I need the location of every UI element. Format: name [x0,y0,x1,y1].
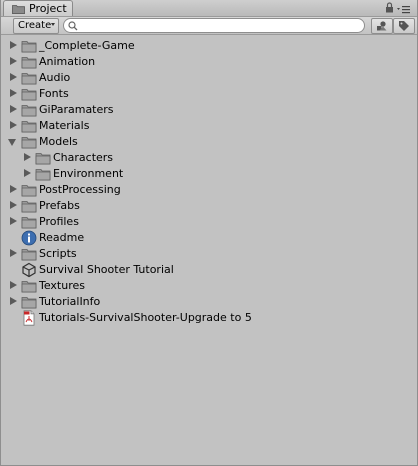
tree-item[interactable]: Characters [1,150,417,166]
tree-item-label: Tutorials-SurvivalShooter-Upgrade to 5 [39,311,252,324]
tree-item[interactable]: Tutorials-SurvivalShooter-Upgrade to 5 [1,310,417,326]
window-controls [383,2,413,14]
folder-icon [21,102,37,118]
search-by-type-button[interactable] [371,18,393,34]
tree-item[interactable]: Scripts [1,246,417,262]
tree-item-label: Environment [53,167,124,180]
shapes-filter-icon [376,21,388,34]
folder-icon [21,54,37,70]
tree-item-label: Prefabs [39,199,80,212]
create-label: Create [18,20,52,31]
expand-arrow-right-icon[interactable] [10,281,17,289]
expand-arrow-right-icon[interactable] [24,153,31,161]
folder-icon [21,246,37,262]
project-toolbar: Create [1,17,417,35]
tree-item-label: Scripts [39,247,77,260]
tree-item-label: TutorialInfo [39,295,101,308]
tree-item-label: Characters [53,151,114,164]
tree-item-label: Animation [39,55,96,68]
tree-item[interactable]: Materials [1,118,417,134]
expand-arrow-right-icon[interactable] [10,73,17,81]
search-field[interactable] [63,18,365,33]
tree-item[interactable]: Models [1,134,417,150]
tree-item[interactable]: Environment [1,166,417,182]
tree-item[interactable]: Audio [1,70,417,86]
tree-item-label: _Complete-Game [39,39,135,52]
tag-icon [398,20,410,35]
project-window: Project Create _Complete-Game Animation … [0,0,418,466]
tree-item[interactable]: _Complete-Game [1,38,417,54]
tab-bar: Project [1,0,417,17]
lock-icon[interactable] [385,2,394,16]
expand-arrow-right-icon[interactable] [10,249,17,257]
expand-arrow-right-icon[interactable] [10,201,17,209]
tree-item[interactable]: Textures [1,278,417,294]
tree-item-label: Models [39,135,78,148]
folder-icon [12,4,25,17]
folder-icon [21,278,37,294]
tree-item[interactable]: TutorialInfo [1,294,417,310]
folder-icon [35,150,51,166]
tab-label: Project [29,2,67,15]
expand-arrow-right-icon[interactable] [10,121,17,129]
expand-arrow-right-icon[interactable] [24,169,31,177]
tree-item-label: Survival Shooter Tutorial [39,263,174,276]
expand-arrow-right-icon[interactable] [10,185,17,193]
folder-icon [21,86,37,102]
tree-item[interactable]: PostProcessing [1,182,417,198]
tree-item-label: GiParamaters [39,103,114,116]
expand-arrow-right-icon[interactable] [10,217,17,225]
tree-item[interactable]: Survival Shooter Tutorial [1,262,417,278]
folder-icon [21,294,37,310]
info-icon [21,230,37,246]
expand-arrow-right-icon[interactable] [10,57,17,65]
tree-item[interactable]: Fonts [1,86,417,102]
tree-item[interactable]: GiParamaters [1,102,417,118]
expand-arrow-right-icon[interactable] [10,105,17,113]
tree-item-label: Textures [39,279,85,292]
folder-icon [35,166,51,182]
expand-arrow-right-icon[interactable] [10,41,17,49]
search-input[interactable] [82,19,352,32]
tree-item-label: PostProcessing [39,183,121,196]
tab-project[interactable]: Project [3,0,73,16]
folder-icon [21,134,37,150]
tree-item[interactable]: Prefabs [1,198,417,214]
chevron-down-icon [51,23,55,26]
tree-item-label: Materials [39,119,90,132]
tree-item[interactable]: Animation [1,54,417,70]
tree-item-label: Profiles [39,215,79,228]
folder-icon [21,198,37,214]
search-icon [68,21,78,34]
tree-item-label: Audio [39,71,71,84]
tree-item-label: Readme [39,231,85,244]
folder-icon [21,182,37,198]
folder-icon [21,38,37,54]
folder-icon [21,70,37,86]
search-by-label-button[interactable] [393,18,415,34]
expand-arrow-right-icon[interactable] [10,89,17,97]
unity-scene-icon [21,262,37,278]
folder-icon [21,214,37,230]
folder-icon [21,118,37,134]
create-dropdown-button[interactable]: Create [13,18,59,34]
expand-arrow-right-icon[interactable] [10,297,17,305]
pdf-file-icon [21,310,37,326]
menu-icon[interactable] [397,4,410,17]
tree-item[interactable]: Profiles [1,214,417,230]
tree-item[interactable]: Readme [1,230,417,246]
expand-arrow-down-icon[interactable] [8,139,16,146]
tree-item-label: Fonts [39,87,69,100]
